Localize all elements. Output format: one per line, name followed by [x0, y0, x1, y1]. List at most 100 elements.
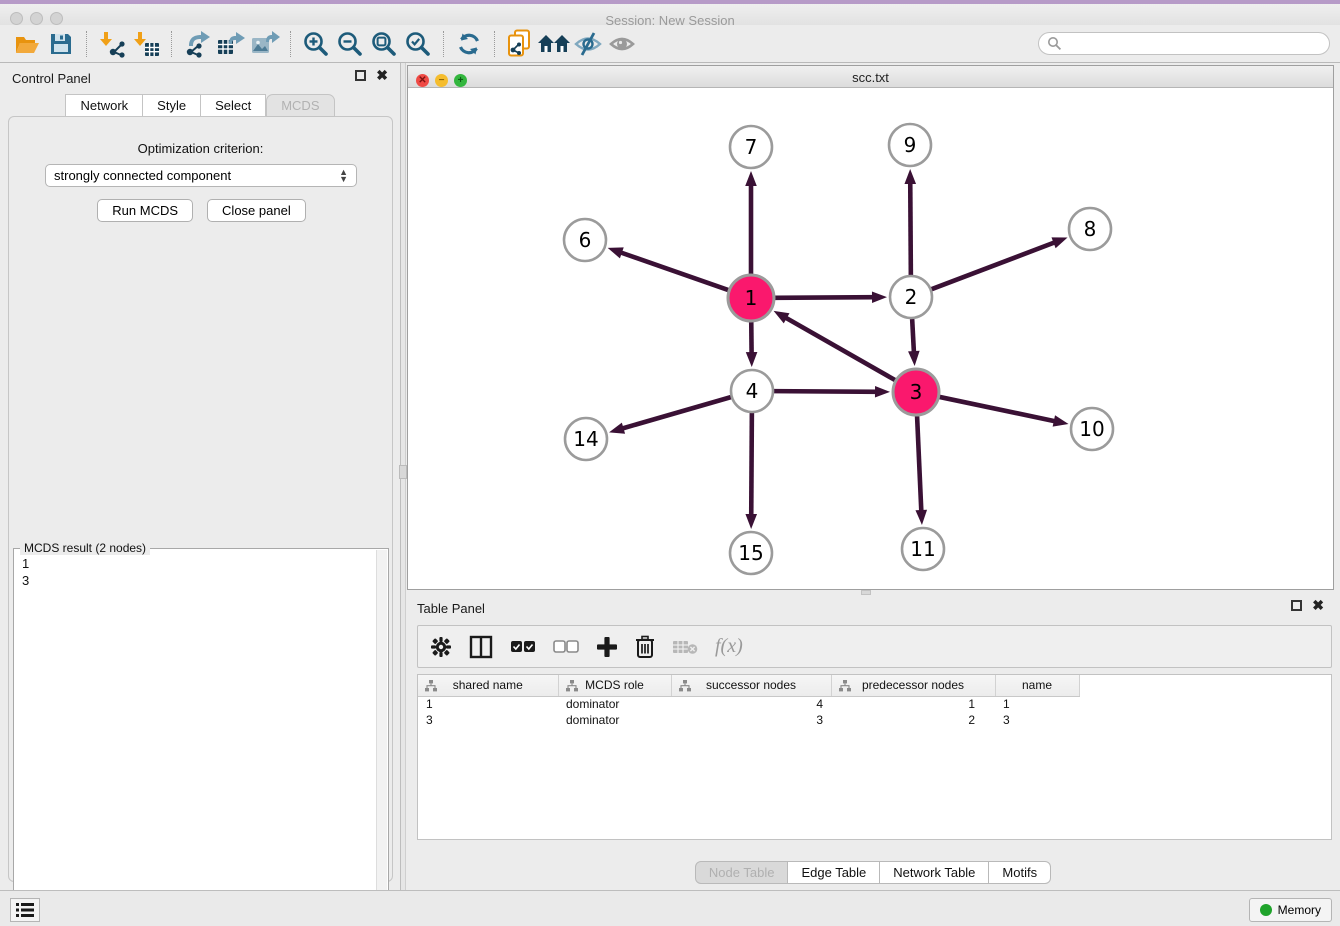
- export-image-icon[interactable]: [248, 28, 282, 60]
- cell-mcds-role[interactable]: dominator: [558, 712, 671, 728]
- graph-edge-arrowhead: [774, 311, 790, 323]
- tab-style[interactable]: Style: [143, 94, 201, 117]
- cell-successor-nodes[interactable]: 3: [671, 712, 831, 728]
- import-network-icon[interactable]: [95, 28, 129, 60]
- export-table-icon[interactable]: [214, 28, 248, 60]
- open-session-icon[interactable]: [10, 28, 44, 60]
- control-panel-close-icon[interactable]: ✖: [376, 70, 388, 81]
- graph-edge-2-8[interactable]: [932, 242, 1057, 289]
- tab-edge-table[interactable]: Edge Table: [788, 861, 880, 884]
- cell-successor-nodes[interactable]: 4: [671, 696, 831, 712]
- graph-edge-2-9[interactable]: [910, 181, 911, 275]
- apply-layout-icon[interactable]: [452, 28, 486, 60]
- graph-node-3[interactable]: 3: [893, 369, 939, 415]
- network-view-window: ✕−+ scc.txt 7968124314101511: [407, 65, 1334, 590]
- search-box[interactable]: [1038, 32, 1330, 55]
- control-panel-float-icon[interactable]: [355, 70, 366, 81]
- task-history-button[interactable]: [10, 898, 40, 922]
- cell-predecessor-nodes[interactable]: 2: [831, 712, 995, 728]
- cell-name[interactable]: 1: [995, 696, 1079, 712]
- hide-selected-icon[interactable]: [571, 28, 605, 60]
- delete-column-icon[interactable]: [635, 635, 655, 659]
- table-settings-icon[interactable]: [430, 636, 452, 658]
- tab-network[interactable]: Network: [65, 94, 143, 117]
- control-panel: Control Panel ✖ Network Style Select MCD…: [0, 63, 400, 890]
- graph-node-10[interactable]: 10: [1071, 408, 1113, 450]
- criterion-select[interactable]: strongly connected component ▲▼: [45, 164, 357, 187]
- table-panel-close-icon[interactable]: ✖: [1312, 600, 1324, 611]
- graph-node-label: 9: [904, 133, 917, 157]
- column-header-name[interactable]: name: [995, 675, 1079, 696]
- graph-node-4[interactable]: 4: [731, 370, 773, 412]
- graph-edge-arrowhead: [1051, 237, 1067, 248]
- show-columns-icon[interactable]: [469, 635, 493, 659]
- tab-motifs[interactable]: Motifs: [989, 861, 1051, 884]
- tab-network-table[interactable]: Network Table: [880, 861, 989, 884]
- graph-edge-4-15[interactable]: [751, 413, 752, 517]
- first-neighbors-icon[interactable]: [537, 28, 571, 60]
- node-table[interactable]: shared name MCDS role successor nodes pr…: [417, 674, 1332, 840]
- graph-node-11[interactable]: 11: [902, 528, 944, 570]
- column-header-predecessor-nodes[interactable]: predecessor nodes: [831, 675, 995, 696]
- deselect-all-checkboxes-icon[interactable]: [553, 640, 579, 654]
- cell-shared-name[interactable]: 3: [418, 712, 558, 728]
- graph-edge-1-2[interactable]: [775, 297, 875, 298]
- memory-button[interactable]: Memory: [1249, 898, 1332, 922]
- tab-select[interactable]: Select: [201, 94, 266, 117]
- graph-edge-3-1[interactable]: [784, 317, 895, 380]
- network-canvas[interactable]: 7 9 6 8 1 2 4 3 14 10 15 11: [408, 88, 1333, 589]
- shared-column-icon: [566, 680, 578, 695]
- graph-edge-4-14[interactable]: [621, 397, 731, 429]
- toolbar-separator: [494, 31, 495, 57]
- graph-node-label: 2: [905, 285, 918, 309]
- search-input[interactable]: [1062, 35, 1321, 53]
- cell-mcds-role[interactable]: dominator: [558, 696, 671, 712]
- delete-table-icon[interactable]: [672, 638, 698, 656]
- result-scrollbar[interactable]: [376, 550, 387, 922]
- toolbar-separator: [86, 31, 87, 57]
- graph-edge-arrowhead: [746, 352, 758, 367]
- graph-edge-3-11[interactable]: [917, 416, 921, 513]
- close-panel-button[interactable]: Close panel: [207, 199, 306, 222]
- graph-node-7[interactable]: 7: [730, 126, 772, 168]
- column-header-shared-name[interactable]: shared name: [418, 675, 558, 696]
- table-row[interactable]: 1 dominator 4 1 1: [418, 696, 1079, 712]
- graph-node-8[interactable]: 8: [1069, 208, 1111, 250]
- tab-mcds[interactable]: MCDS: [266, 94, 334, 117]
- table-panel: Table Panel ✖: [406, 595, 1340, 890]
- column-header-mcds-role[interactable]: MCDS role: [558, 675, 671, 696]
- cell-shared-name[interactable]: 1: [418, 696, 558, 712]
- graph-node-1[interactable]: 1: [728, 275, 774, 321]
- graph-edge-4-3[interactable]: [774, 391, 878, 392]
- graph-node-2[interactable]: 2: [890, 276, 932, 318]
- import-table-icon[interactable]: [129, 28, 163, 60]
- vertical-splitter-handle[interactable]: [399, 465, 407, 479]
- graph-edge-2-3[interactable]: [912, 319, 914, 354]
- graph-node-9[interactable]: 9: [889, 124, 931, 166]
- function-builder-icon[interactable]: f(x): [715, 635, 743, 658]
- graph-node-label: 15: [738, 541, 763, 565]
- cell-name[interactable]: 3: [995, 712, 1079, 728]
- show-all-icon[interactable]: [605, 28, 639, 60]
- zoom-fit-icon[interactable]: [367, 28, 401, 60]
- graph-node-15[interactable]: 15: [730, 532, 772, 574]
- cell-predecessor-nodes[interactable]: 1: [831, 696, 995, 712]
- save-session-icon[interactable]: [44, 28, 78, 60]
- duplicate-network-icon[interactable]: [503, 28, 537, 60]
- zoom-in-icon[interactable]: [299, 28, 333, 60]
- table-panel-float-icon[interactable]: [1291, 600, 1302, 611]
- zoom-out-icon[interactable]: [333, 28, 367, 60]
- mcds-result-text[interactable]: 1 3: [18, 555, 374, 919]
- select-all-checkboxes-icon[interactable]: [510, 640, 536, 654]
- graph-node-6[interactable]: 6: [564, 219, 606, 261]
- table-row[interactable]: 3 dominator 3 2 3: [418, 712, 1079, 728]
- graph-edge-1-6[interactable]: [619, 252, 728, 290]
- zoom-selected-icon[interactable]: [401, 28, 435, 60]
- export-network-icon[interactable]: [180, 28, 214, 60]
- column-header-successor-nodes[interactable]: successor nodes: [671, 675, 831, 696]
- tab-node-table[interactable]: Node Table: [695, 861, 789, 884]
- graph-node-14[interactable]: 14: [565, 418, 607, 460]
- graph-edge-3-10[interactable]: [939, 397, 1056, 422]
- add-column-icon[interactable]: [596, 636, 618, 658]
- run-mcds-button[interactable]: Run MCDS: [97, 199, 193, 222]
